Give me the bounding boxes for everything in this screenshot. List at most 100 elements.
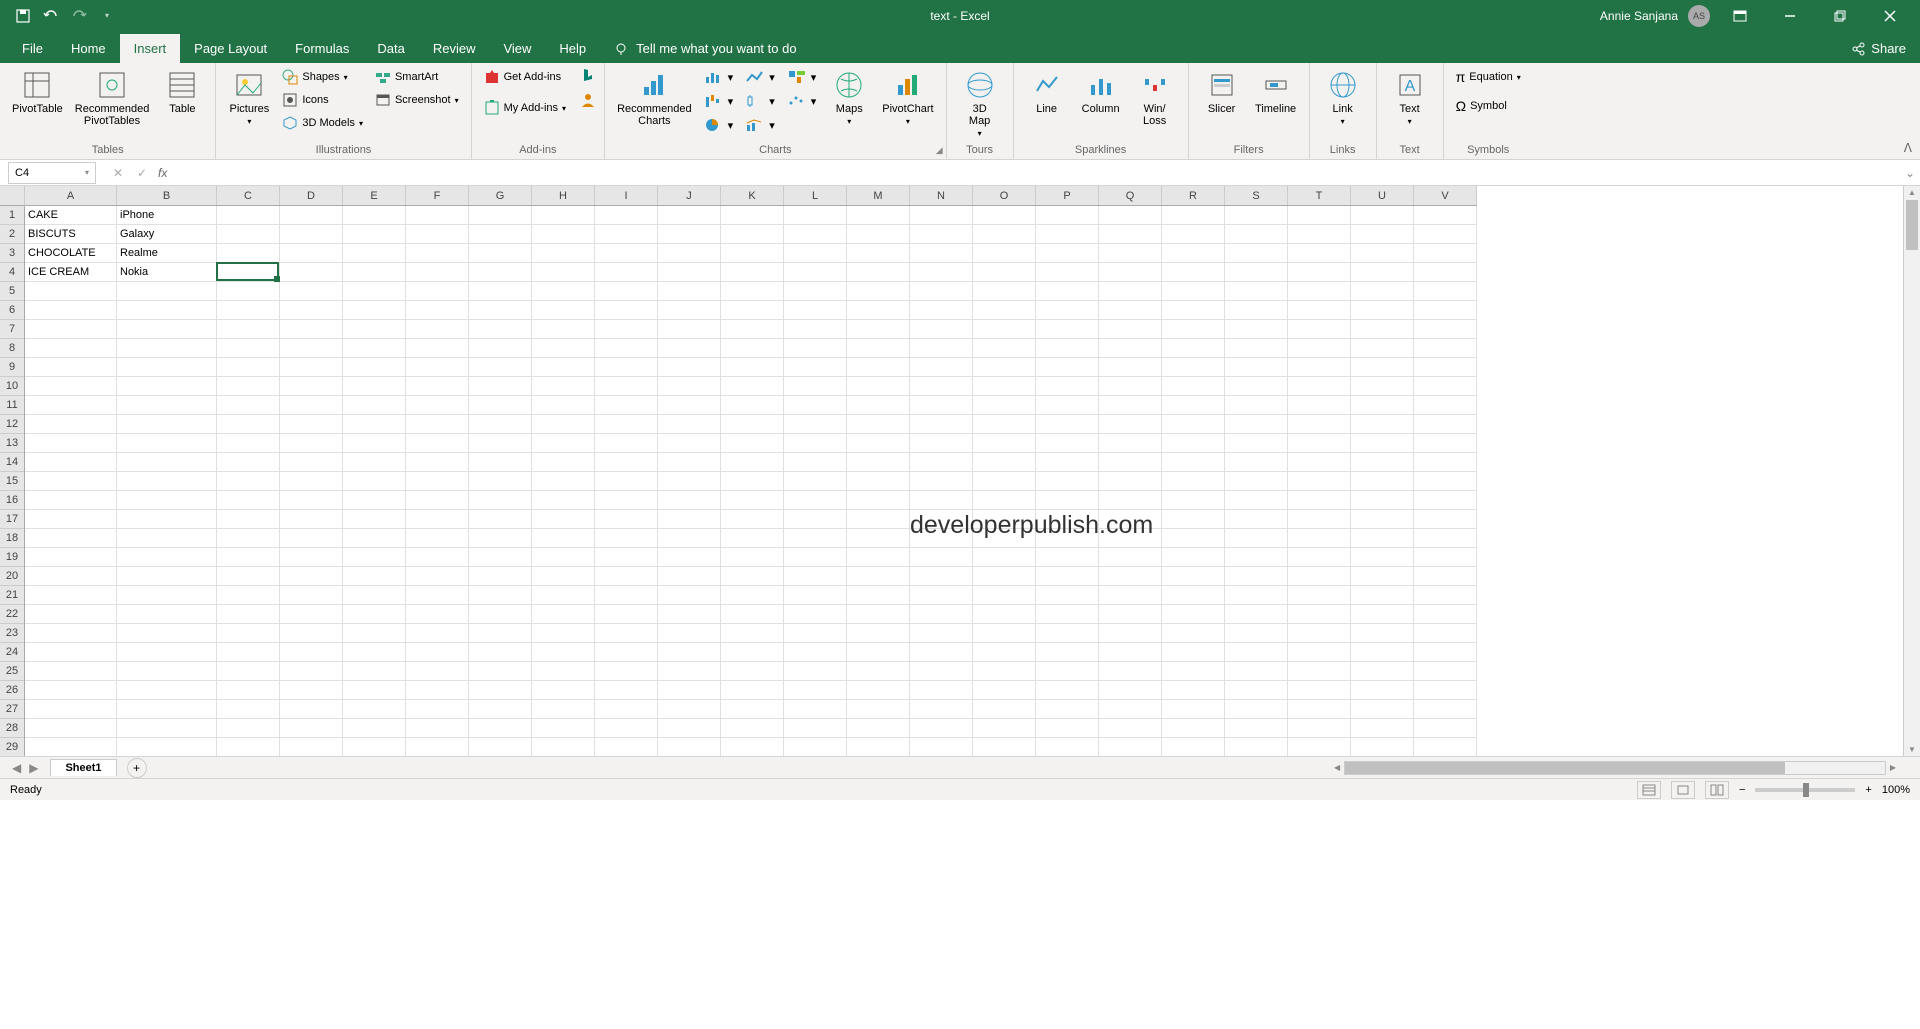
sparkline-winloss-button[interactable]: Win/ Loss bbox=[1130, 67, 1180, 129]
cell[interactable] bbox=[406, 263, 469, 282]
cell[interactable] bbox=[658, 472, 721, 491]
column-header[interactable]: P bbox=[1036, 186, 1099, 205]
cell[interactable] bbox=[343, 738, 406, 756]
shapes-button[interactable]: Shapes▾ bbox=[278, 67, 367, 87]
cell[interactable] bbox=[343, 700, 406, 719]
cell[interactable] bbox=[280, 491, 343, 510]
cell[interactable] bbox=[1288, 301, 1351, 320]
cell[interactable] bbox=[343, 225, 406, 244]
column-header[interactable]: E bbox=[343, 186, 406, 205]
cell[interactable] bbox=[1414, 719, 1477, 738]
zoom-in-icon[interactable]: + bbox=[1865, 784, 1871, 796]
cell[interactable] bbox=[217, 567, 280, 586]
cell[interactable] bbox=[1414, 643, 1477, 662]
cell[interactable] bbox=[217, 643, 280, 662]
cell[interactable] bbox=[1162, 396, 1225, 415]
cell[interactable] bbox=[1288, 396, 1351, 415]
cell[interactable] bbox=[784, 358, 847, 377]
cell[interactable] bbox=[1225, 301, 1288, 320]
cell[interactable] bbox=[469, 396, 532, 415]
cell[interactable] bbox=[280, 206, 343, 225]
cell[interactable] bbox=[1414, 624, 1477, 643]
statistic-chart-button[interactable]: ▾ bbox=[741, 91, 779, 111]
cell[interactable] bbox=[406, 206, 469, 225]
cell[interactable] bbox=[406, 719, 469, 738]
cell[interactable] bbox=[1099, 491, 1162, 510]
cell[interactable] bbox=[280, 700, 343, 719]
cell[interactable] bbox=[1288, 662, 1351, 681]
cell[interactable] bbox=[280, 738, 343, 756]
cell[interactable] bbox=[532, 377, 595, 396]
tab-help[interactable]: Help bbox=[545, 34, 600, 63]
cell[interactable] bbox=[1162, 263, 1225, 282]
cell[interactable] bbox=[1351, 377, 1414, 396]
cell[interactable] bbox=[1162, 301, 1225, 320]
row-header[interactable]: 26 bbox=[0, 681, 24, 700]
cell[interactable] bbox=[1099, 263, 1162, 282]
cell[interactable] bbox=[658, 605, 721, 624]
cell[interactable] bbox=[1099, 738, 1162, 756]
cell[interactable] bbox=[217, 320, 280, 339]
cell[interactable] bbox=[847, 339, 910, 358]
cell[interactable] bbox=[847, 681, 910, 700]
cell[interactable] bbox=[1288, 377, 1351, 396]
cell[interactable] bbox=[784, 624, 847, 643]
cell[interactable]: CAKE bbox=[25, 206, 117, 225]
cell[interactable] bbox=[406, 434, 469, 453]
cell[interactable] bbox=[721, 206, 784, 225]
cell[interactable] bbox=[406, 282, 469, 301]
cell[interactable] bbox=[469, 339, 532, 358]
cell[interactable] bbox=[532, 662, 595, 681]
cell[interactable] bbox=[532, 415, 595, 434]
cell[interactable] bbox=[1036, 567, 1099, 586]
cell[interactable] bbox=[910, 700, 973, 719]
cell[interactable] bbox=[1351, 529, 1414, 548]
cell[interactable] bbox=[784, 453, 847, 472]
cell[interactable] bbox=[1351, 586, 1414, 605]
cell[interactable] bbox=[117, 681, 217, 700]
cell[interactable] bbox=[1288, 624, 1351, 643]
cell[interactable] bbox=[910, 491, 973, 510]
cell[interactable] bbox=[910, 320, 973, 339]
cell[interactable] bbox=[469, 662, 532, 681]
expand-formula-icon[interactable]: ⌄ bbox=[1900, 166, 1920, 180]
cell[interactable] bbox=[910, 567, 973, 586]
column-header[interactable]: F bbox=[406, 186, 469, 205]
cell[interactable] bbox=[343, 320, 406, 339]
cell[interactable] bbox=[847, 567, 910, 586]
cell[interactable] bbox=[25, 586, 117, 605]
cell[interactable] bbox=[469, 301, 532, 320]
cell[interactable] bbox=[25, 472, 117, 491]
cell[interactable] bbox=[910, 225, 973, 244]
cell[interactable] bbox=[910, 301, 973, 320]
pictures-button[interactable]: Pictures▾ bbox=[224, 67, 274, 128]
cell[interactable] bbox=[595, 719, 658, 738]
tab-insert[interactable]: Insert bbox=[120, 34, 181, 63]
cell[interactable] bbox=[1036, 244, 1099, 263]
cell[interactable] bbox=[406, 491, 469, 510]
cell[interactable] bbox=[721, 738, 784, 756]
column-header[interactable]: B bbox=[117, 186, 217, 205]
cell[interactable] bbox=[532, 605, 595, 624]
row-header[interactable]: 28 bbox=[0, 719, 24, 738]
cell[interactable] bbox=[847, 662, 910, 681]
cell[interactable] bbox=[217, 586, 280, 605]
cell[interactable] bbox=[1288, 738, 1351, 756]
cell[interactable] bbox=[1288, 282, 1351, 301]
cell[interactable] bbox=[847, 719, 910, 738]
cell[interactable] bbox=[217, 605, 280, 624]
cell[interactable] bbox=[280, 681, 343, 700]
cell[interactable] bbox=[595, 605, 658, 624]
cell[interactable] bbox=[406, 529, 469, 548]
cell[interactable] bbox=[25, 301, 117, 320]
cell[interactable] bbox=[532, 434, 595, 453]
cell[interactable] bbox=[406, 643, 469, 662]
cell[interactable] bbox=[406, 624, 469, 643]
cell[interactable] bbox=[217, 415, 280, 434]
cell[interactable] bbox=[721, 415, 784, 434]
cell[interactable] bbox=[280, 377, 343, 396]
cell[interactable] bbox=[784, 700, 847, 719]
cell[interactable] bbox=[1414, 472, 1477, 491]
cell[interactable] bbox=[406, 586, 469, 605]
cell[interactable] bbox=[595, 738, 658, 756]
